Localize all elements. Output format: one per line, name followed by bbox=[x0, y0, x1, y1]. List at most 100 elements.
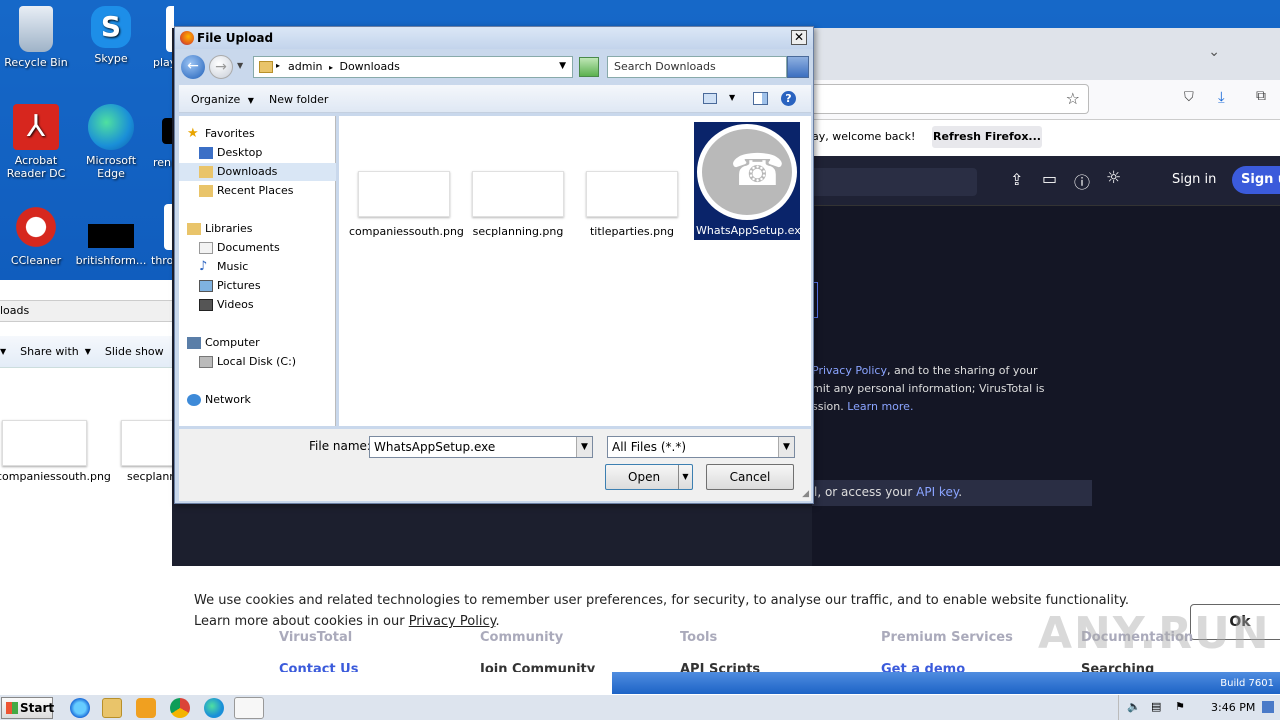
firefox-taskbar-icon[interactable] bbox=[234, 697, 264, 719]
edge-icon bbox=[88, 104, 134, 150]
search-input[interactable]: Search Downloads bbox=[607, 56, 787, 78]
whatsapp-icon bbox=[697, 124, 797, 220]
extensions-icon[interactable]: ⧉ bbox=[1256, 88, 1266, 104]
resize-grip-icon[interactable]: ◢ bbox=[802, 489, 809, 499]
history-dropdown-icon[interactable]: ▼ bbox=[237, 61, 243, 70]
recent-places-icon bbox=[199, 185, 213, 197]
nav-videos[interactable]: Videos bbox=[179, 296, 336, 314]
downloads-icon[interactable]: ⤓ bbox=[1218, 88, 1225, 106]
media-player-icon[interactable] bbox=[136, 698, 156, 718]
chevron-down-icon[interactable]: ▼ bbox=[559, 61, 566, 71]
help-icon[interactable]: ? bbox=[781, 91, 796, 106]
cancel-button[interactable]: Cancel bbox=[706, 464, 794, 490]
firefox-tab-strip: ⌄ bbox=[812, 28, 1280, 80]
file-item[interactable]: titleparties.png bbox=[577, 146, 687, 238]
new-folder-button[interactable]: New folder bbox=[269, 93, 328, 106]
notifications-icon[interactable]: ▭ bbox=[1042, 169, 1057, 188]
file-thumbnail[interactable] bbox=[2, 420, 87, 466]
desktop-icon-play[interactable]: play bbox=[144, 6, 174, 69]
nav-pictures[interactable]: Pictures bbox=[179, 277, 336, 295]
refresh-firefox-button[interactable]: Refresh Firefox... bbox=[932, 126, 1042, 148]
nav-computer[interactable]: Computer bbox=[179, 334, 336, 352]
back-button[interactable]: ← bbox=[181, 55, 205, 79]
breadcrumb[interactable]: ▸ admin ▸ Downloads ▼ bbox=[253, 56, 573, 78]
file-name-input[interactable]: WhatsAppSetup.exe ▼ bbox=[369, 436, 593, 458]
sign-up-button[interactable]: Sign u bbox=[1232, 166, 1280, 194]
file-item[interactable]: secplanning.png bbox=[463, 146, 573, 238]
organize-button[interactable]: Organize ▼ bbox=[191, 93, 254, 106]
windows-logo-icon bbox=[6, 702, 18, 714]
open-button[interactable]: Open ▼ bbox=[605, 464, 693, 490]
nav-downloads[interactable]: Downloads bbox=[179, 163, 336, 181]
dialog-title-bar[interactable]: File Upload ✕ bbox=[175, 27, 813, 49]
build-label: Build 7601 bbox=[1220, 678, 1274, 689]
api-line: l, or access your API key. bbox=[812, 480, 1092, 506]
footer-col-community[interactable]: Community bbox=[480, 630, 563, 645]
open-dropdown-icon[interactable]: ▼ bbox=[678, 465, 692, 489]
volume-icon[interactable]: 🔈 bbox=[1127, 700, 1141, 713]
api-key-link[interactable]: API key bbox=[916, 485, 958, 499]
chevron-down-icon[interactable]: ▼ bbox=[576, 437, 592, 457]
upload-icon[interactable]: ⇪ bbox=[1010, 170, 1023, 189]
desktop-icon-label: thro bbox=[151, 254, 174, 267]
file-item[interactable]: companiessouth.png bbox=[349, 146, 464, 238]
desktop-icon-acrobat[interactable]: ⅄ Acrobat Reader DC bbox=[0, 104, 76, 180]
nav-recent-places[interactable]: Recent Places bbox=[179, 182, 336, 200]
url-bar[interactable]: ☆ bbox=[812, 84, 1089, 114]
dropdown-arrow-icon[interactable]: ▼ bbox=[0, 347, 6, 356]
nav-network[interactable]: Network bbox=[179, 391, 336, 409]
learn-more-link[interactable]: Learn more. bbox=[847, 400, 913, 413]
breadcrumb-downloads[interactable]: Downloads bbox=[339, 60, 399, 73]
nav-music[interactable]: ♪ Music bbox=[179, 258, 336, 276]
explorer-icon[interactable] bbox=[102, 698, 122, 718]
share-with-button[interactable]: Share with bbox=[20, 345, 79, 358]
nav-desktop[interactable]: Desktop bbox=[179, 144, 336, 162]
desktop-icon-recycle-bin[interactable]: Recycle Bin bbox=[0, 6, 76, 69]
dropdown-arrow-icon[interactable]: ▼ bbox=[85, 347, 91, 356]
slide-show-button[interactable]: Slide show bbox=[105, 345, 164, 358]
bookmark-star-icon[interactable]: ☆ bbox=[1066, 89, 1080, 108]
file-type-select[interactable]: All Files (*.*) ▼ bbox=[607, 436, 795, 458]
show-desktop-icon[interactable] bbox=[1262, 701, 1274, 713]
edge-taskbar-icon[interactable] bbox=[204, 698, 224, 718]
search-icon[interactable] bbox=[787, 56, 809, 78]
cookie-privacy-link[interactable]: Privacy Policy bbox=[409, 614, 496, 629]
privacy-policy-link[interactable]: Privacy Policy bbox=[812, 364, 887, 377]
view-options-icon[interactable] bbox=[703, 93, 717, 104]
sign-in-link[interactable]: Sign in bbox=[1172, 172, 1216, 187]
nav-documents[interactable]: Documents bbox=[179, 239, 336, 257]
footer-col-premium[interactable]: Premium Services bbox=[881, 630, 1013, 645]
chrome-icon[interactable] bbox=[170, 698, 190, 718]
file-label: companiessouth.png bbox=[0, 470, 111, 483]
forward-button[interactable]: → bbox=[209, 55, 233, 79]
desktop-icon-britishform[interactable]: britishform... bbox=[71, 204, 151, 267]
explorer-address-bar[interactable]: loads bbox=[0, 300, 172, 322]
nav-libraries[interactable]: Libraries bbox=[179, 220, 336, 238]
desktop-icon-ren[interactable]: ren bbox=[148, 104, 174, 169]
preview-pane-icon[interactable] bbox=[753, 92, 768, 105]
desktop-icon-edge[interactable]: Microsoft Edge bbox=[71, 104, 151, 180]
desktop-icon-skype[interactable]: S Skype bbox=[71, 6, 151, 65]
tab-list-chevron-icon[interactable]: ⌄ bbox=[1208, 44, 1220, 60]
refresh-button[interactable] bbox=[579, 57, 599, 77]
desktop-icon-ccleaner[interactable]: CCleaner bbox=[0, 204, 76, 267]
help-icon[interactable]: ⓘ bbox=[1074, 169, 1090, 193]
header-search-field[interactable] bbox=[812, 168, 977, 196]
action-center-icon[interactable]: ⚑ bbox=[1175, 700, 1185, 713]
ie-icon[interactable] bbox=[70, 698, 90, 718]
desktop-icon-thro[interactable]: thro bbox=[146, 204, 174, 267]
pocket-icon[interactable]: ⛉ bbox=[1184, 90, 1194, 105]
clock[interactable]: 3:46 PM bbox=[1211, 701, 1255, 714]
nav-favorites[interactable]: ★ Favorites bbox=[179, 125, 336, 143]
chevron-down-icon[interactable]: ▼ bbox=[729, 93, 735, 102]
breadcrumb-admin[interactable]: admin bbox=[288, 60, 322, 73]
file-item-selected[interactable]: WhatsAppSetup.exe bbox=[694, 122, 807, 240]
theme-toggle-icon[interactable]: ☼ bbox=[1106, 168, 1121, 188]
chevron-down-icon[interactable]: ▼ bbox=[778, 437, 794, 457]
close-button[interactable]: ✕ bbox=[791, 30, 807, 45]
start-button[interactable]: Start bbox=[1, 697, 54, 719]
footer-col-tools[interactable]: Tools bbox=[680, 630, 717, 645]
network-tray-icon[interactable]: ▤ bbox=[1151, 700, 1161, 713]
footer-col-virustotal[interactable]: VirusTotal bbox=[279, 630, 352, 645]
nav-local-disk[interactable]: Local Disk (C:) bbox=[179, 353, 336, 371]
